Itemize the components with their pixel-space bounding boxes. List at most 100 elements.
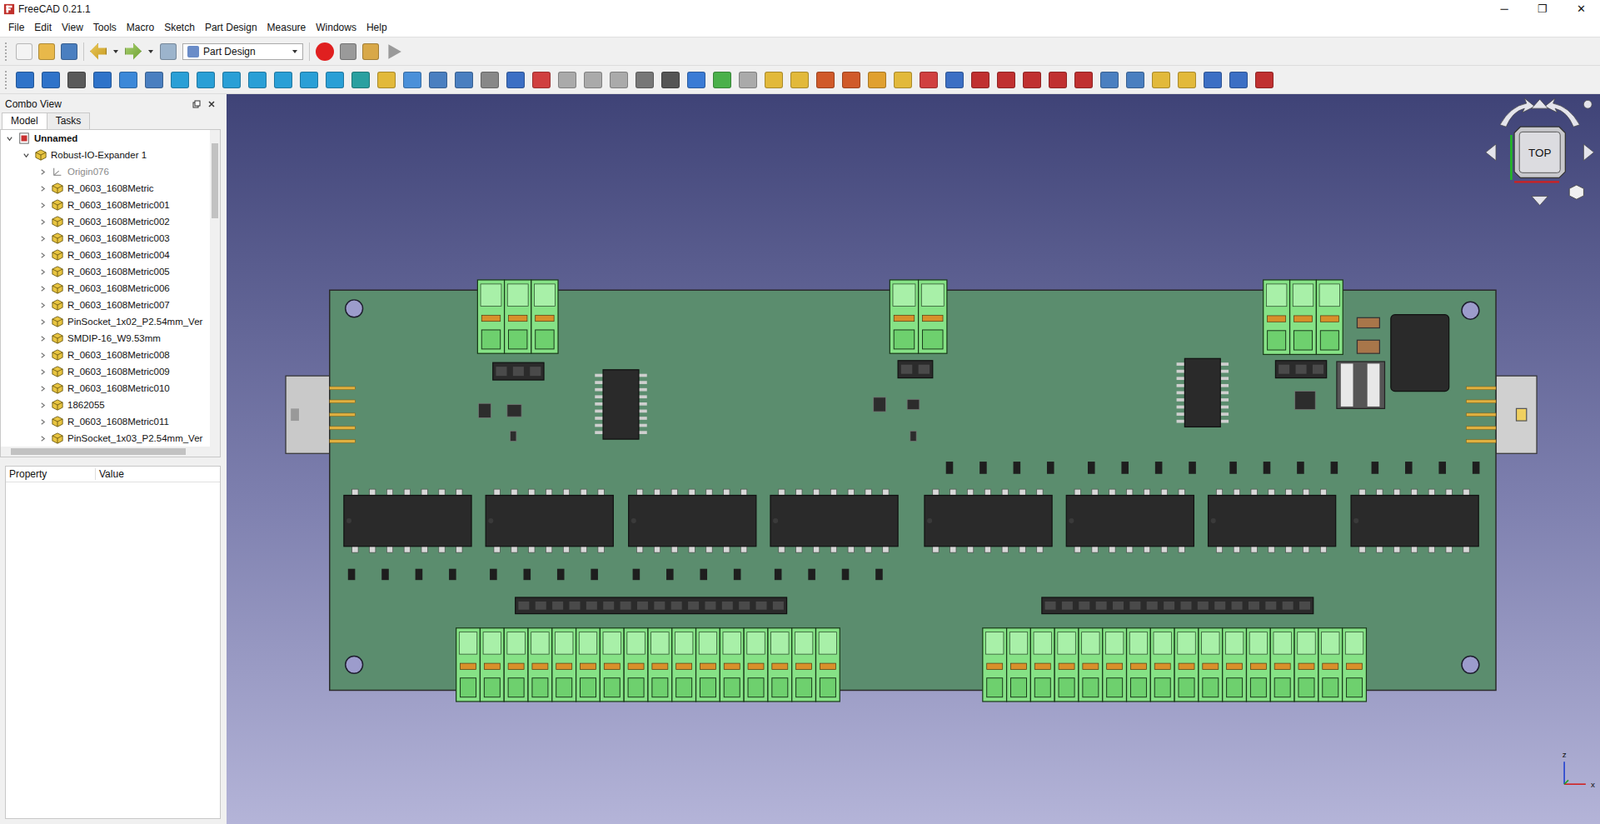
rotate-left-icon[interactable] (1500, 98, 1536, 127)
dip-chip[interactable] (628, 488, 757, 553)
tree-item[interactable]: Unnamed (0, 129, 210, 147)
menu-item[interactable]: Windows (310, 19, 362, 35)
resistor[interactable] (1087, 461, 1096, 474)
resistor[interactable] (979, 461, 987, 474)
tree-item[interactable]: R_0603_1608Metric004 (0, 246, 210, 264)
soic-chip[interactable] (594, 369, 647, 439)
tool-icon[interactable] (377, 71, 396, 89)
arrow-left-icon[interactable] (1485, 144, 1496, 161)
tool-icon[interactable] (506, 71, 525, 89)
dropdown-icon[interactable] (112, 48, 120, 55)
menu-item[interactable]: Part Design (199, 19, 263, 35)
edit-macro-icon[interactable] (362, 43, 379, 60)
expand-icon[interactable] (39, 318, 47, 326)
expand-icon[interactable] (39, 201, 47, 210)
left-connector[interactable] (285, 375, 330, 454)
column-header[interactable]: Property (5, 468, 96, 480)
menu-item[interactable]: View (56, 19, 89, 35)
tool-icon[interactable] (41, 71, 60, 89)
tool-icon[interactable] (661, 71, 680, 89)
dip-chip[interactable] (1350, 488, 1479, 553)
resistor[interactable] (381, 568, 389, 580)
dip-chip[interactable] (485, 488, 614, 553)
scrollbar[interactable] (209, 129, 220, 447)
tool-icon[interactable] (816, 71, 835, 89)
expand-icon[interactable] (39, 234, 47, 243)
tool-icon[interactable] (893, 71, 913, 89)
record-macro-icon[interactable] (315, 42, 334, 61)
tree-item[interactable]: R_0603_1608Metric011 (0, 413, 210, 430)
menu-item[interactable]: Macro (121, 19, 160, 35)
window-control[interactable]: ✕ (1561, 0, 1600, 19)
expand-icon[interactable] (22, 151, 30, 160)
resistor[interactable] (1330, 461, 1339, 474)
tool-icon[interactable] (325, 71, 344, 89)
tree-item[interactable]: Robust-IO-Expander 1 (0, 146, 210, 164)
menu-item[interactable]: Measure (262, 19, 312, 35)
tool-icon[interactable] (93, 71, 112, 89)
tree-item[interactable]: R_0603_1608Metric005 (0, 263, 210, 280)
refresh-icon[interactable] (159, 43, 177, 60)
tool-icon[interactable] (222, 71, 241, 89)
expand-icon[interactable] (39, 434, 47, 443)
small-component[interactable] (507, 403, 522, 417)
tool-icon[interactable] (609, 71, 629, 89)
tool-icon[interactable] (1022, 71, 1042, 89)
tool-icon[interactable] (635, 71, 654, 89)
dropdown-icon[interactable] (147, 48, 155, 55)
tool-icon[interactable] (67, 71, 86, 89)
tool-icon[interactable] (454, 71, 474, 89)
tree-item[interactable]: R_0603_1608Metric002 (0, 213, 210, 230)
resistor[interactable] (557, 568, 565, 580)
expand-icon[interactable] (39, 401, 47, 409)
resistor[interactable] (774, 568, 783, 580)
expand-icon[interactable] (39, 251, 47, 260)
resistor[interactable] (590, 568, 599, 580)
expand-icon[interactable] (39, 218, 47, 226)
tab[interactable]: Tasks (46, 112, 91, 130)
resistor[interactable] (842, 568, 850, 580)
resistor[interactable] (807, 568, 816, 580)
tool-icon[interactable] (170, 71, 190, 89)
expand-icon[interactable] (39, 268, 47, 276)
arrow-down-icon[interactable] (1531, 196, 1549, 206)
resistor[interactable] (733, 568, 742, 580)
expand-icon[interactable] (39, 334, 47, 343)
tool-icon[interactable] (1126, 71, 1145, 89)
rotate-right-icon[interactable] (1545, 98, 1581, 127)
resistor[interactable] (1155, 461, 1163, 474)
pcb-scene[interactable]: TOPzx (226, 94, 1600, 824)
menu-item[interactable]: File (3, 19, 30, 35)
tree-item[interactable]: R_0603_1608Metric003 (0, 229, 210, 247)
pin-header[interactable] (897, 360, 933, 379)
tool-icon[interactable] (480, 71, 499, 89)
menu-item[interactable]: Help (361, 19, 393, 35)
tool-icon[interactable] (274, 71, 293, 89)
tree-item[interactable]: R_0603_1608Metric008 (0, 346, 210, 364)
view-menu-icon[interactable] (1569, 184, 1584, 200)
small-component[interactable] (907, 398, 920, 409)
3d-view[interactable]: TOPzx (226, 94, 1600, 824)
resistor[interactable] (1472, 461, 1481, 474)
tree-item[interactable]: PinSocket_1x02_P2.54mm_Ver (0, 313, 210, 330)
tool-icon[interactable] (1177, 71, 1197, 89)
pin-header[interactable] (493, 362, 544, 380)
tree-item[interactable]: R_0603_1608Metric (0, 179, 210, 197)
pin-header[interactable] (1275, 360, 1326, 379)
terminal-block[interactable] (1263, 279, 1344, 354)
tool-icon[interactable] (1229, 71, 1248, 89)
dip-chip[interactable] (770, 488, 898, 553)
capacitor[interactable] (1356, 317, 1380, 328)
right-connector[interactable] (1495, 375, 1537, 454)
resistor[interactable] (666, 568, 674, 580)
resistor[interactable] (946, 461, 954, 474)
tool-icon[interactable] (945, 71, 964, 89)
tool-icon[interactable] (428, 71, 448, 89)
tree-item[interactable]: Origin076 (0, 163, 210, 180)
tool-icon[interactable] (971, 71, 990, 89)
window-control[interactable]: ❐ (1523, 0, 1562, 19)
tree-item[interactable]: R_0603_1608Metric007 (0, 296, 210, 314)
tool-icon[interactable] (248, 71, 267, 89)
small-component[interactable] (910, 430, 917, 441)
inductor[interactable] (1336, 361, 1386, 409)
